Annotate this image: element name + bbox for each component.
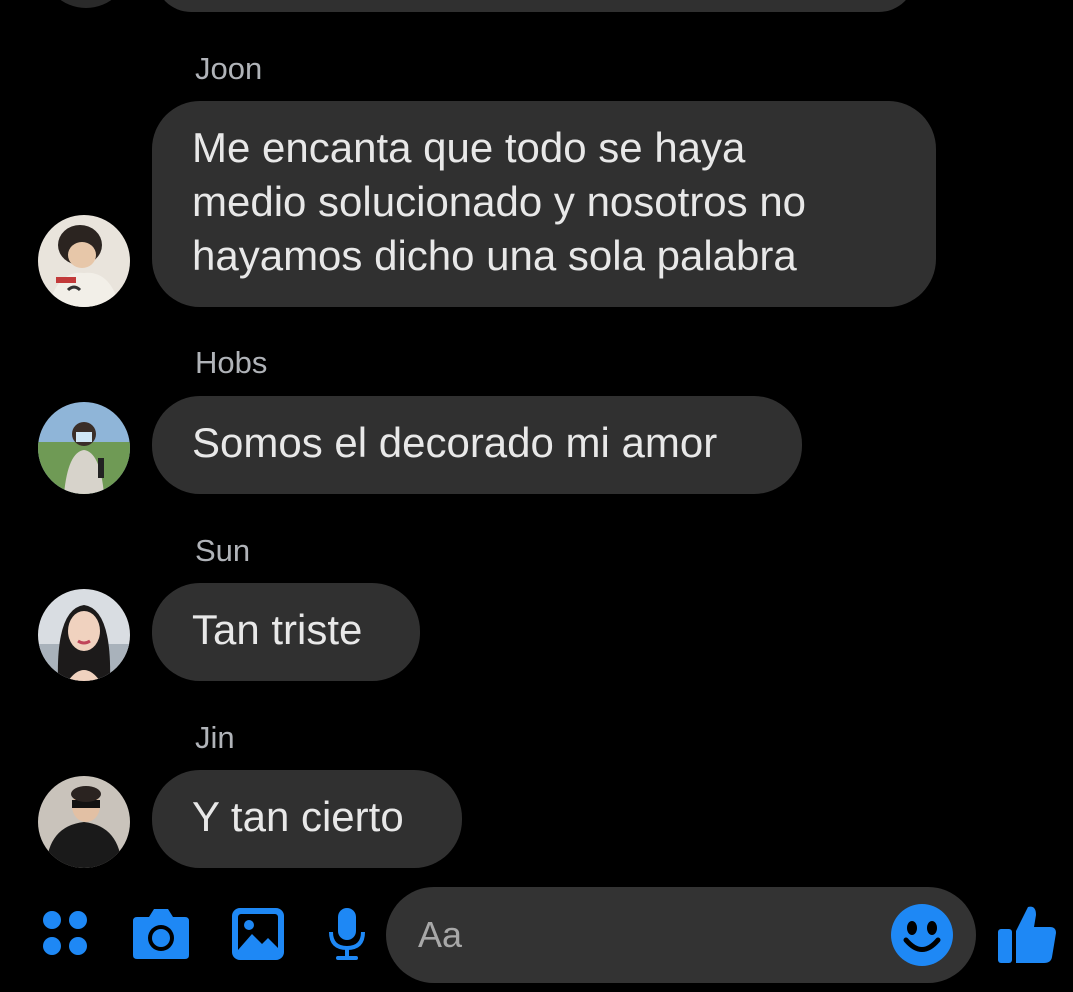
gallery-icon[interactable] [230, 906, 286, 962]
message-text-line: medio solucionado y nosotros no [192, 178, 807, 225]
message-bubble[interactable]: Me encanta que todo se haya medio soluci… [152, 101, 936, 307]
previous-message-bubble[interactable] [155, 0, 915, 12]
avatar[interactable] [38, 589, 130, 681]
sender-name: Joon [195, 51, 263, 86]
avatar[interactable] [38, 215, 130, 307]
previous-avatar [42, 0, 130, 8]
avatar-photo [38, 589, 130, 681]
avatar[interactable] [38, 776, 130, 868]
microphone-icon[interactable] [327, 906, 367, 962]
sender-name: Jin [195, 720, 235, 755]
message-input-placeholder: Aa [418, 914, 463, 955]
message-text-line: Somos el decorado mi amor [192, 419, 718, 466]
avatar-photo [38, 402, 130, 494]
message-bubble[interactable]: Somos el decorado mi amor [152, 396, 802, 494]
message-text-line: Tan triste [192, 606, 363, 653]
message-text-line: hayamos dicho una sola palabra [192, 232, 797, 279]
emoji-icon[interactable] [890, 903, 954, 967]
avatar-photo [38, 776, 130, 868]
message-input[interactable]: Aa [386, 887, 976, 983]
message-bubble[interactable]: Y tan cierto [152, 770, 462, 868]
avatar-photo [38, 215, 130, 307]
camera-icon[interactable] [131, 907, 191, 961]
apps-icon[interactable] [40, 908, 92, 960]
avatar[interactable] [38, 402, 130, 494]
sender-name: Hobs [195, 345, 268, 380]
thumbs-up-icon[interactable] [996, 903, 1058, 965]
message-text-line: Y tan cierto [192, 793, 404, 840]
message-bubble[interactable]: Tan triste [152, 583, 420, 681]
message-text-line: Me encanta que todo se haya [192, 124, 746, 171]
sender-name: Sun [195, 533, 251, 568]
